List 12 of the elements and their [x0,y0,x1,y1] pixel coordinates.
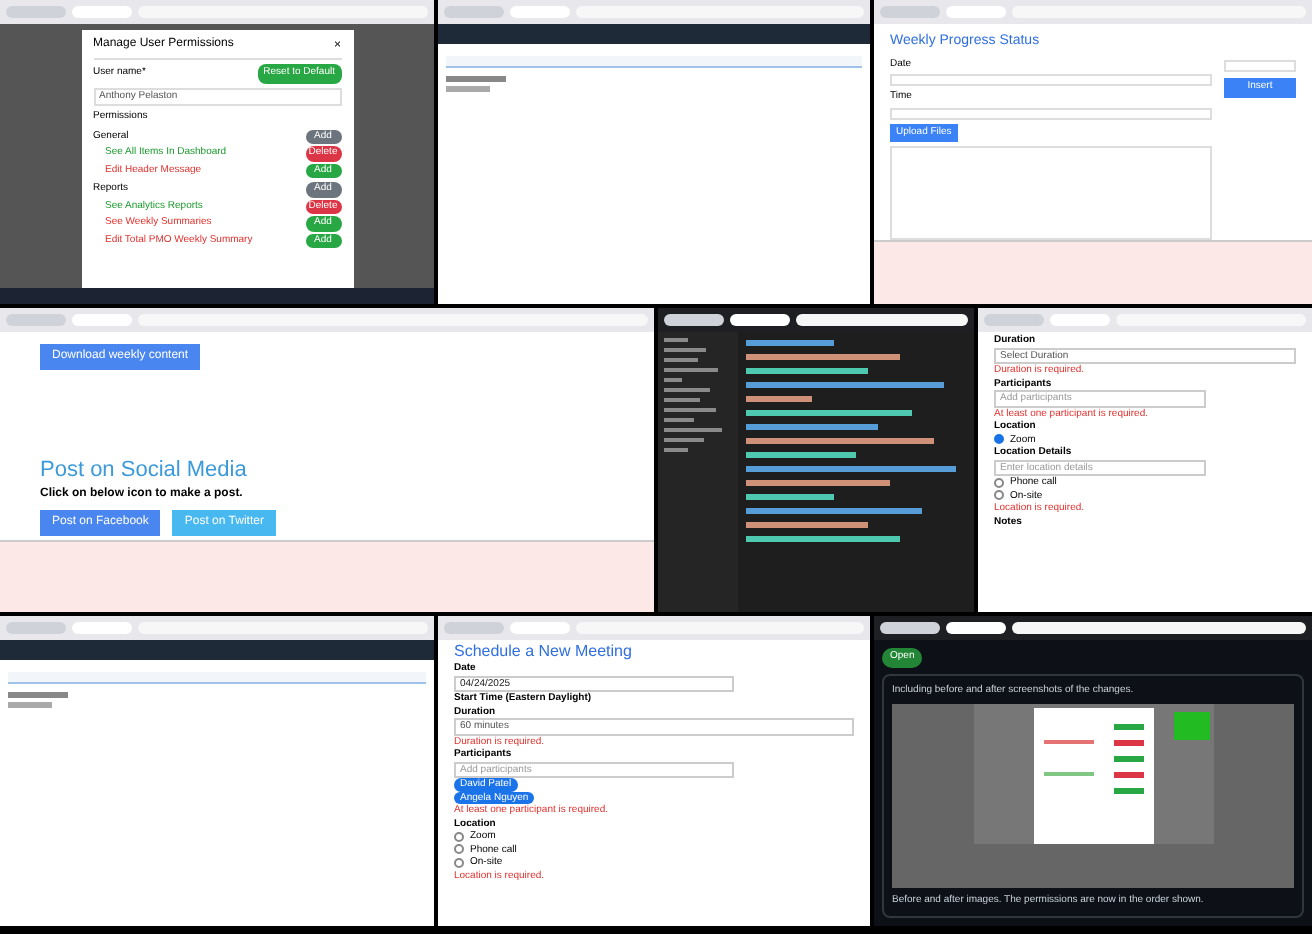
rich-text-editor[interactable] [890,146,1212,240]
radio-button[interactable] [454,831,464,842]
section-title: Post on Social Media [40,455,249,485]
input-field[interactable] [890,74,1212,86]
radio-button[interactable] [454,857,464,868]
radio-button[interactable] [994,490,1004,501]
input-field[interactable] [890,107,1212,119]
input-field[interactable] [1224,60,1296,72]
radio-button[interactable] [454,844,464,855]
radio-button[interactable] [994,434,1004,445]
radio-button[interactable] [994,477,1004,488]
form-title: Schedule a New Meeting [454,642,634,662]
